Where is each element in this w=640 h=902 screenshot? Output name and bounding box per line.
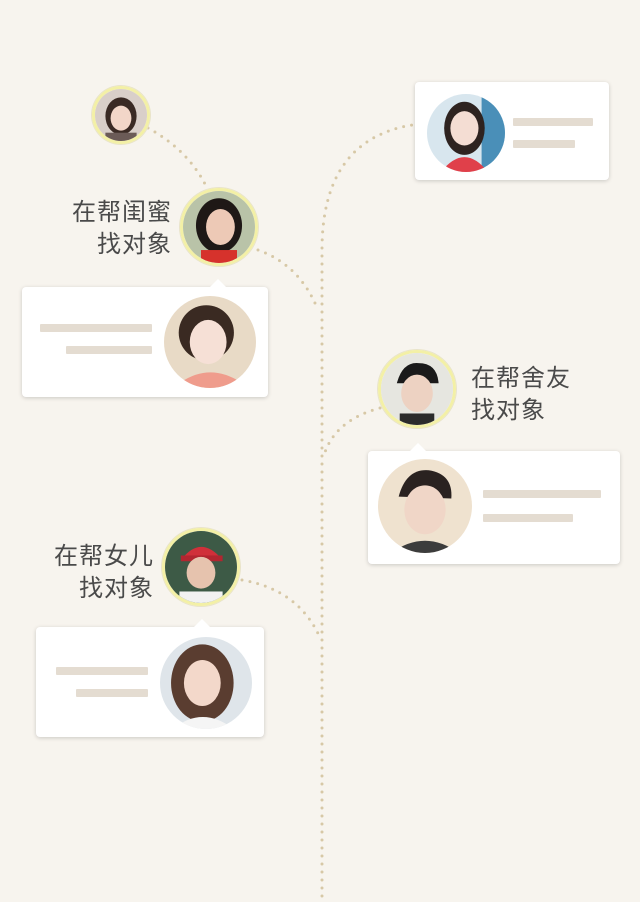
label-line-2: 找对象 [471,396,546,424]
placeholder-line-2 [483,514,573,522]
branch-roommate [322,406,382,457]
small-profile-avatar[interactable] [92,86,150,144]
daughter-helper-avatar[interactable] [162,528,240,606]
card-pointer [194,619,210,627]
placeholder-line-2 [66,346,152,354]
card-avatar [427,94,505,172]
label-line-2: 找对象 [97,230,172,258]
placeholder-line-1 [40,324,152,332]
label-line-1: 在帮舍友 [471,364,571,392]
woman-avatar-icon [95,89,147,141]
profile-card-daughter[interactable] [36,619,264,737]
woman-avatar-icon [427,94,505,172]
daughter-helper-label: 在帮女儿 找对象 [24,540,154,604]
roommate-helper-label: 在帮舍友 找对象 [471,362,601,426]
placeholder-line-2 [76,689,148,697]
man-avatar-icon [378,459,472,553]
profile-card-friend[interactable] [22,279,268,397]
branch-small-avatar [146,126,208,188]
placeholder-line-1 [513,118,593,126]
label-line-1: 在帮女儿 [54,542,154,570]
man-avatar-icon [381,353,453,425]
card-pointer [410,443,426,451]
label-line-2: 找对象 [79,574,154,602]
card-avatar [378,459,472,553]
profile-card-roommate[interactable] [368,443,620,564]
placeholder-line-2 [513,140,575,148]
profile-card-top-right[interactable] [415,82,609,180]
man-avatar-icon [165,531,237,603]
label-line-1: 在帮闺蜜 [72,198,172,226]
woman-avatar-icon [164,296,256,388]
card-pointer [210,279,226,287]
woman-avatar-icon [160,637,252,729]
roommate-helper-avatar[interactable] [378,350,456,428]
card-avatar [164,296,256,388]
friend-helper-avatar[interactable] [180,188,258,266]
placeholder-line-1 [483,490,601,498]
card-avatar [160,637,252,729]
woman-avatar-icon [183,191,255,263]
placeholder-line-1 [56,667,148,675]
friend-helper-label: 在帮闺蜜 找对象 [42,196,172,260]
